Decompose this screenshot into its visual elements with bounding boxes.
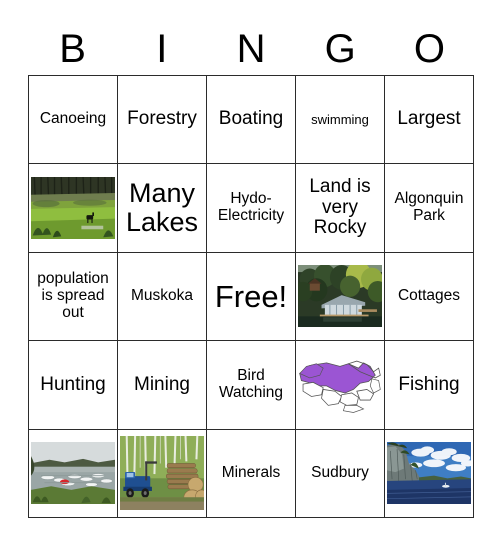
- bingo-cell-r4c5[interactable]: Fishing: [385, 341, 474, 430]
- bingo-cell-label: Mining: [134, 373, 190, 395]
- bingo-cell-label: Sudbury: [311, 463, 369, 481]
- header-letter-g: G: [324, 26, 356, 71]
- bingo-cell-r4c2[interactable]: Mining: [118, 341, 207, 430]
- bingo-cell-r2c2[interactable]: Many Lakes: [118, 164, 207, 253]
- bingo-cell-r1c3[interactable]: Boating: [207, 76, 296, 165]
- wetland-moose-photo: [31, 177, 115, 240]
- header-letter-i: I: [156, 26, 168, 71]
- bingo-cell-r5c2[interactable]: [118, 429, 207, 518]
- bingo-cell-label: population is spread out: [37, 270, 109, 321]
- bingo-cell-r1c4[interactable]: swimming: [296, 76, 385, 165]
- ontario-map-purple: [298, 353, 382, 416]
- bingo-cell-r3c2[interactable]: Muskoka: [118, 252, 207, 342]
- bingo-cell-label: Fishing: [398, 373, 460, 395]
- logging-truck-photo: [120, 436, 204, 511]
- bingo-cell-r5c1[interactable]: [29, 429, 118, 518]
- bingo-cell-label: Hydo-Electricity: [217, 190, 285, 225]
- bingo-cell-r5c4[interactable]: Sudbury: [296, 429, 385, 518]
- bingo-cell-r1c2[interactable]: Forestry: [118, 76, 207, 165]
- marina-boats-photo: [31, 442, 115, 505]
- bingo-cell-label: Forestry: [127, 108, 197, 130]
- bingo-cell-r1c5[interactable]: Largest: [385, 76, 474, 165]
- bingo-cell-label: Minerals: [221, 463, 281, 481]
- bingo-cell-r4c3[interactable]: Bird Watching: [207, 341, 296, 430]
- bingo-cell-label: Bird Watching: [218, 367, 284, 401]
- bingo-card: B I N G O Canoeing Forestry Boating swimmin…: [0, 0, 500, 544]
- bingo-cell-label: Muskoka: [130, 287, 194, 305]
- bingo-cell-r2c5[interactable]: Algonquin Park: [385, 164, 474, 253]
- bingo-cell-r3c1[interactable]: population is spread out: [29, 252, 118, 342]
- bingo-grid: Canoeing Forestry Boating swimming Largest: [28, 75, 474, 518]
- header-letter-b: B: [59, 26, 86, 71]
- bingo-cell-label: Land is very Rocky: [309, 176, 371, 239]
- bingo-cell-label: Hunting: [40, 373, 106, 395]
- boathouse-cottage-photo: [298, 265, 382, 328]
- bingo-cell-r3c5[interactable]: Cottages: [385, 252, 474, 342]
- bingo-header-row: B I N G O: [28, 22, 474, 75]
- bingo-cell-label: Boating: [218, 108, 284, 130]
- bingo-cell-r2c3[interactable]: Hydo-Electricity: [207, 164, 296, 253]
- bingo-cell-label: Many Lakes: [125, 177, 199, 238]
- bingo-cell-r5c5[interactable]: [385, 429, 474, 518]
- bingo-cell-r4c1[interactable]: Hunting: [29, 341, 118, 430]
- bingo-cell-r2c4[interactable]: Land is very Rocky: [296, 164, 385, 253]
- bingo-cell-r4c4[interactable]: [296, 341, 385, 430]
- bingo-cell-label: Cottages: [397, 287, 461, 305]
- bingo-cell-label: Free!: [214, 278, 288, 314]
- bingo-cell-r2c1[interactable]: [29, 164, 118, 253]
- bingo-cell-label: Canoeing: [39, 110, 107, 128]
- bingo-cell-r3c4[interactable]: [296, 252, 385, 342]
- header-letter-o: O: [413, 26, 445, 71]
- bingo-cell-r3c3[interactable]: Free!: [207, 252, 296, 342]
- bingo-cell-label: Largest: [397, 108, 461, 130]
- cliff-shoreline-photo: [387, 442, 471, 505]
- bingo-cell-r1c1[interactable]: Canoeing: [29, 76, 118, 165]
- bingo-cell-label: swimming: [311, 111, 369, 127]
- bingo-cell-r5c3[interactable]: Minerals: [207, 429, 296, 518]
- header-letter-n: N: [236, 26, 266, 71]
- bingo-cell-label: Algonquin Park: [394, 190, 464, 225]
